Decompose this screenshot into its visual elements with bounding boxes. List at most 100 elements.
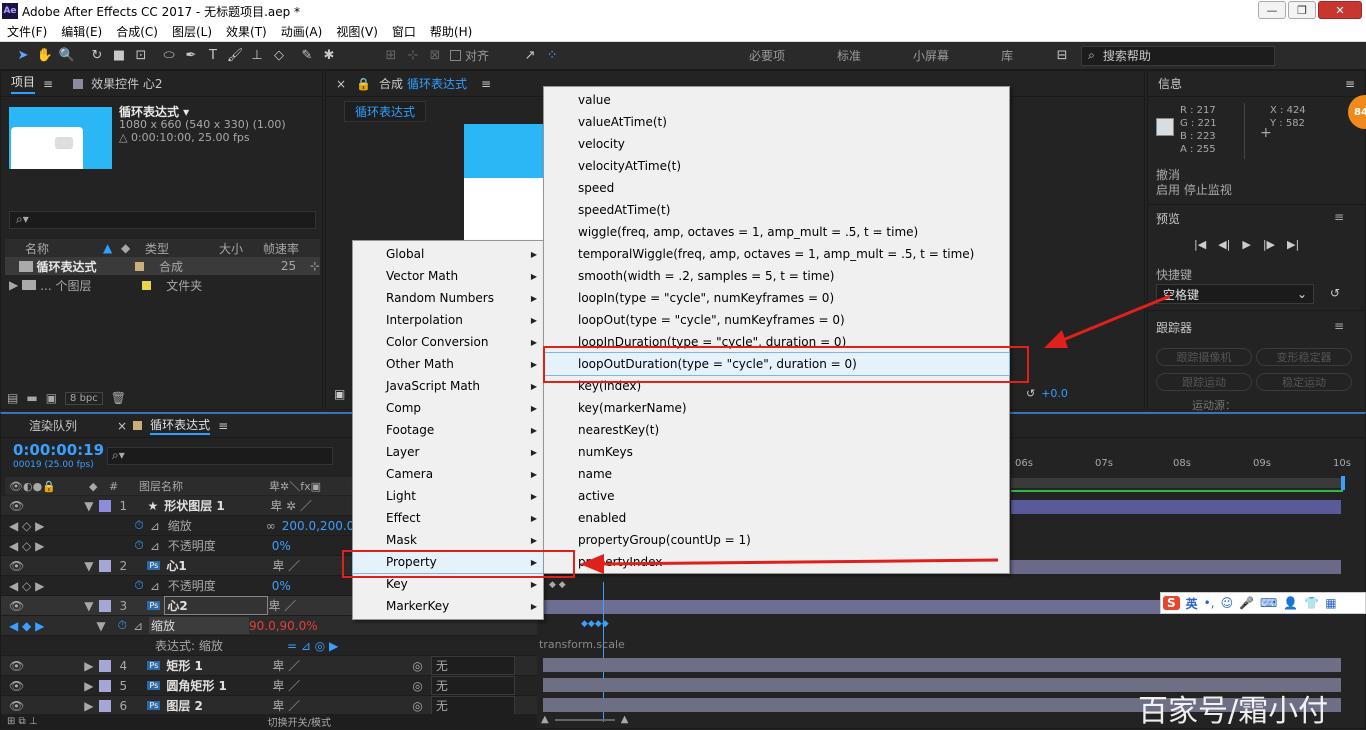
layer-switches[interactable]: 卑 ／ [272,557,300,574]
keyframe-nav-icon[interactable]: ◀ ◆ ▶ [9,619,44,633]
type-tool-icon[interactable]: T [202,45,224,67]
menu-item-mask[interactable]: Mask ▶ [353,529,543,551]
menu-item-other-math[interactable]: Other Math ▶ [353,353,543,375]
warp-stabilizer-button[interactable]: 变形稳定器 [1256,348,1352,366]
shortcut-dropdown[interactable]: 空格键 ⌄ [1156,284,1314,304]
layer-name[interactable]: 心1 [166,557,272,574]
puppet-tool-icon[interactable]: ✱ [318,45,340,67]
first-frame-icon[interactable]: |◀ [1194,238,1206,251]
comp-breadcrumb[interactable]: 循环表达式 [344,101,427,122]
selection-tool-icon[interactable]: ➤ [12,45,34,67]
panel-menu-icon[interactable]: ≡ [1334,319,1344,333]
next-frame-icon[interactable]: |▶ [1263,238,1275,251]
comp-options-icon[interactable]: ▣ [334,387,345,401]
eraser-tool-icon[interactable]: ◇ [268,45,290,67]
layer-row[interactable]: 👁 ▶ 6 Ps 图层 2 卑 ／ ◎ 无 [1,696,537,716]
menu-item-comp[interactable]: Comp ▶ [353,397,543,419]
expand-arrow-icon[interactable]: ▼ [84,499,93,513]
menu-item-expression[interactable]: enabled [544,507,1009,529]
punct-icon[interactable]: •, [1204,596,1215,610]
menu-item-expression[interactable]: valueAtTime(t) [544,111,1009,133]
flowchart-icon[interactable]: ⊹ [310,259,320,273]
zoom-out-icon[interactable]: ▲ [541,714,549,725]
expand-arrow-icon[interactable]: ▼ [84,599,93,613]
menu-item-expression[interactable]: propertyIndex [544,551,1009,573]
menu-item-vector-math[interactable]: Vector Math ▶ [353,265,543,287]
pen-tool-icon[interactable]: ✒ [180,45,202,67]
stopwatch-icon[interactable]: ⏱ [134,518,143,533]
notification-badge[interactable]: 84 [1348,95,1366,129]
layer-bar[interactable] [1011,500,1341,514]
expression-controls-icons[interactable]: = ⊿ ◎ ▶ [287,639,338,653]
menu-item-interpolation[interactable]: Interpolation ▶ [353,309,543,331]
menu-item-expression[interactable]: speed [544,177,1009,199]
col-type[interactable]: 类型 [145,240,219,257]
local-axis-icon[interactable]: ⊞ [380,45,402,67]
menu-help[interactable]: 帮助(H) [423,23,479,40]
tab-project[interactable]: 项目 [11,73,36,94]
current-timecode[interactable]: 0:00:00:19 [13,441,104,459]
stopwatch-icon[interactable]: ⏱ [134,578,143,593]
stopwatch-icon[interactable]: ⏱ [134,538,143,553]
layer-switches[interactable]: 卑 ／ [272,657,412,674]
menu-window[interactable]: 窗口 [385,23,423,40]
layer-row[interactable]: 👁 ▶ 5 Ps 圆角矩形 1 卑 ／ ◎ 无 [1,676,537,696]
keyframe-nav-icon[interactable]: ◀ ◇ ▶ [9,519,44,533]
menu-item-expression[interactable]: active [544,485,1009,507]
menu-item-light[interactable]: Light ▶ [353,485,543,507]
keyboard-icon[interactable]: ⌨ [1260,596,1277,610]
graph-icon[interactable]: ⊿ [133,619,143,633]
workspace-small-screen[interactable]: 小屏幕 [887,47,975,64]
reset-icon[interactable]: ↺ [1330,286,1340,300]
panel-menu-icon[interactable]: ≡ [1334,210,1344,224]
layer-bar[interactable] [543,600,1163,614]
menu-item-footage[interactable]: Footage ▶ [353,419,543,441]
col-fps[interactable]: 帧速率 [263,240,299,257]
zoom-in-icon[interactable]: ▲ [621,714,629,725]
menu-item-global[interactable]: Global ▶ [353,243,543,265]
menu-layer[interactable]: 图层(L) [165,23,219,40]
layer-switches[interactable]: 卑 ✲ ／ [270,497,312,514]
layer-bar[interactable] [543,658,1341,672]
snap-options-icon[interactable]: ⁘ [541,45,563,67]
graph-icon[interactable]: ⊿ [150,539,160,553]
prev-frame-icon[interactable]: ◀| [1218,238,1230,251]
ime-lang[interactable]: 英 [1186,595,1198,612]
tab-timeline-comp[interactable]: 循环表达式 [150,416,211,435]
project-row[interactable]: 循环表达式 合成 25 ⊹ [5,257,320,275]
tab-effect-controls[interactable]: 效果控件 心2 [91,75,162,92]
layer-name[interactable]: 圆角矩形 1 [166,677,272,694]
menu-file[interactable]: 文件(F) [0,23,54,40]
user-icon[interactable]: 👤 [1283,596,1298,610]
workspace-standard[interactable]: 标准 [811,47,887,64]
view-axis-icon[interactable]: ⊠ [424,45,446,67]
ellipse-tool-icon[interactable]: ⬭ [158,45,180,67]
snap-icon[interactable]: ↗ [519,45,541,67]
eye-icon[interactable]: 👁 [9,679,24,693]
parent-pickwhip-icon[interactable]: ◎ [412,679,422,693]
layer-switches[interactable]: 卑 ／ [272,697,412,714]
align-checkbox[interactable]: 对齐 [450,47,489,64]
menu-item-expression[interactable]: value [544,89,1009,111]
play-icon[interactable]: ▶ [1242,238,1250,251]
menu-item-expression[interactable]: loopIn(type = "cycle", numKeyframes = 0) [544,287,1009,309]
skin-icon[interactable]: 👕 [1304,596,1319,610]
menu-item-expression[interactable]: numKeys [544,441,1009,463]
keyframe-nav-icon[interactable]: ◀ ◇ ▶ [9,579,44,593]
menu-item-expression[interactable]: speedAtTime(t) [544,199,1009,221]
keyframes-icon[interactable]: ◆◆◆◆ [581,619,609,629]
maximize-button[interactable]: ❐ [1288,1,1316,19]
footer-icons[interactable]: ⊞ ⧉ ⊥ [7,716,38,727]
work-area-bar[interactable] [1011,478,1343,488]
menu-item-expression[interactable]: propertyGroup(countUp = 1) [544,529,1009,551]
menu-item-effect[interactable]: Effect ▶ [353,507,543,529]
layer-row[interactable]: 👁 ▶ 4 Ps 矩形 1 卑 ／ ◎ 无 [1,656,537,676]
expand-arrow-icon[interactable]: ▼ [84,559,93,573]
layer-name[interactable]: 心2 [164,596,269,615]
workspace-menu-icon[interactable]: ⊟ [1051,45,1073,67]
panel-menu-icon[interactable]: ≡ [43,77,53,91]
expression-row[interactable]: 表达式: 缩放 = ⊿ ◎ ▶ [1,636,537,656]
menu-item-markerkey[interactable]: MarkerKey ▶ [353,595,543,617]
menu-item-expression[interactable]: key(markerName) [544,397,1009,419]
panel-menu-icon[interactable]: ≡ [1345,77,1355,91]
